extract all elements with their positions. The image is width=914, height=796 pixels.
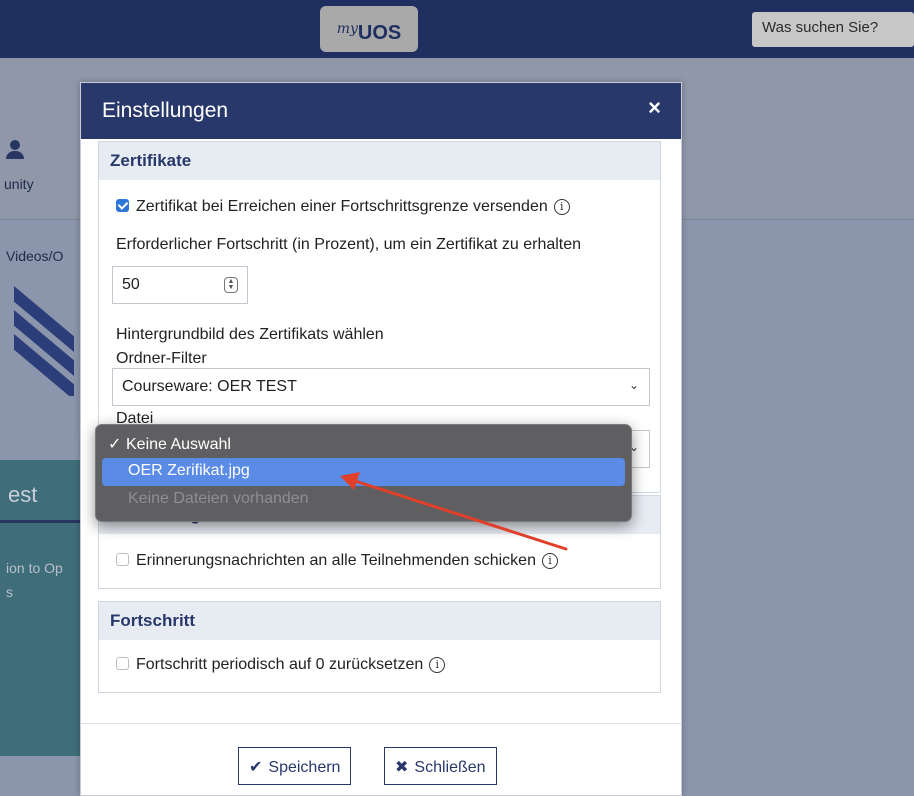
checkmark-icon: ✔ [249, 759, 263, 776]
dropdown-option-certificate-image[interactable]: OER Zerifikat.jpg [102, 458, 625, 486]
send-certificate-row: Zertifikat bei Erreichen einer Fortschri… [116, 198, 570, 216]
x-icon: ✖ [395, 759, 409, 776]
course-card-title: est [8, 482, 38, 507]
info-circle-icon[interactable]: i [541, 553, 558, 569]
footer-divider [81, 723, 681, 724]
logo-prefix: my [336, 21, 358, 37]
send-reminders-checkbox[interactable] [116, 553, 129, 566]
reset-progress-row: Fortschritt periodisch auf 0 zurücksetze… [116, 656, 446, 674]
close-button-label: Schließen [414, 759, 486, 776]
nav-item-community[interactable]: unity [4, 176, 34, 192]
save-button[interactable]: ✔ Speichern [238, 747, 352, 785]
send-certificate-checkbox[interactable] [116, 199, 129, 212]
number-stepper-icon[interactable]: ▲ ▼ [224, 277, 238, 293]
dialog-header: Einstellungen × [81, 83, 681, 139]
save-button-label: Speichern [268, 759, 341, 776]
dropdown-option-no-files: Keine Dateien vorhanden [128, 490, 309, 507]
dropdown-option-none[interactable]: ✓ Keine Auswahl [102, 430, 625, 458]
course-banner-graphic [14, 276, 74, 396]
send-reminders-row: Erinnerungsnachrichten an alle Teilnehme… [116, 552, 558, 570]
background-image-label: Hintergrundbild des Zertifikats wählen [116, 326, 384, 343]
close-button[interactable]: ✖ Schließen [384, 747, 497, 785]
progress-legend: Fortschritt [99, 602, 660, 640]
progress-section: Fortschritt Fortschritt periodisch auf 0… [98, 601, 661, 693]
send-reminders-label[interactable]: Erinnerungsnachrichten an alle Teilnehme… [136, 552, 536, 569]
folder-filter-value: Courseware: OER TEST [122, 378, 297, 395]
send-certificate-label[interactable]: Zertifikat bei Erreichen einer Fortschri… [136, 198, 548, 215]
folder-filter-label: Ordner-Filter [116, 350, 207, 367]
logo-text: UOS [357, 22, 402, 44]
close-icon[interactable]: × [648, 95, 661, 121]
file-dropdown-menu: ✓ Keine Auswahl OER Zerifikat.jpg Keine D… [95, 424, 632, 522]
checkmark-icon: ✓ [108, 436, 122, 453]
reset-progress-label[interactable]: Fortschritt periodisch auf 0 zurücksetze… [136, 656, 423, 673]
course-card-text: ion to Op s [6, 560, 63, 600]
progress-threshold-input[interactable]: 50 ▲ ▼ [112, 266, 248, 304]
chevron-down-icon: ⌄ [628, 378, 639, 392]
myuos-logo[interactable]: myUOS [320, 6, 418, 52]
folder-filter-select[interactable]: Courseware: OER TEST ⌄ [112, 368, 650, 406]
reset-progress-checkbox[interactable] [116, 657, 129, 670]
global-search-input[interactable]: Was suchen Sie? [752, 12, 914, 47]
info-circle-icon[interactable]: i [553, 199, 570, 215]
dialog-title: Einstellungen [102, 99, 229, 122]
tab-videos[interactable]: Videos/O [6, 248, 63, 264]
info-circle-icon[interactable]: i [429, 657, 446, 673]
certificates-legend: Zertifikate [99, 142, 660, 180]
progress-threshold-value: 50 [122, 276, 140, 293]
community-icon[interactable] [6, 140, 24, 162]
top-navigation-bar: myUOS Was suchen Sie? [0, 0, 914, 58]
progress-threshold-label: Erforderlicher Fortschritt (in Prozent),… [116, 236, 582, 253]
